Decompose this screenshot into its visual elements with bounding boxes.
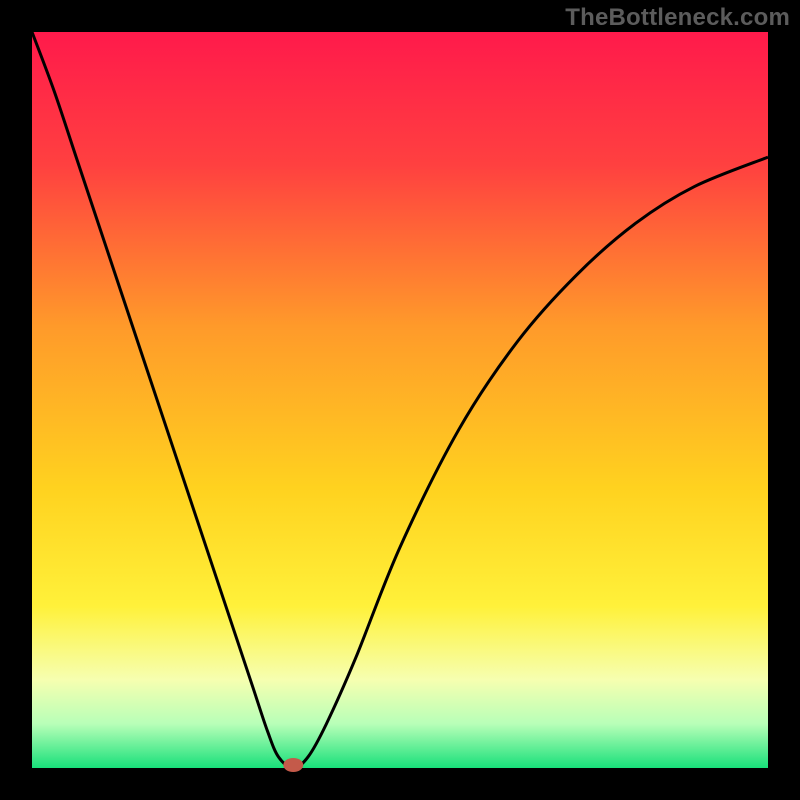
optimal-point-marker [283,758,303,772]
plot-area [32,32,768,768]
bottleneck-chart [0,0,800,800]
watermark-text: TheBottleneck.com [565,4,790,32]
chart-stage: TheBottleneck.com [0,0,800,800]
